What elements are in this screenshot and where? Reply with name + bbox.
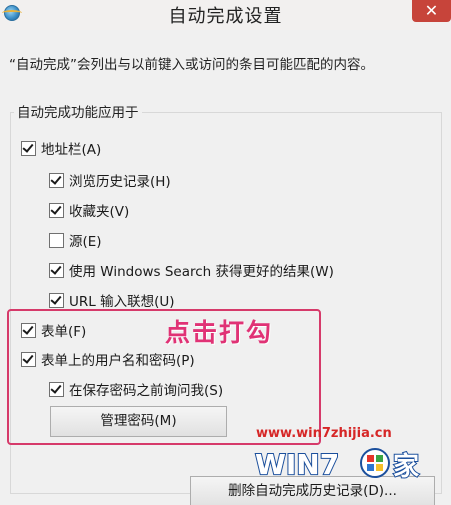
windows-logo-icon — [360, 448, 390, 478]
checkbox-box[interactable] — [49, 202, 64, 218]
checkbox-url-suggestions[interactable]: URL 输入联想(U) — [49, 290, 175, 310]
checkbox-label: URL 输入联想(U) — [69, 294, 175, 310]
watermark-logo-suffix: 家 — [393, 451, 419, 482]
checkbox-label: 收藏夹(V) — [69, 204, 130, 220]
checkbox-label: 地址栏(A) — [41, 142, 102, 158]
checkbox-label: 使用 Windows Search 获得更好的结果(W) — [69, 264, 334, 280]
checkbox-label: 源(E) — [69, 234, 102, 250]
window-title: 自动完成设置 — [168, 6, 283, 27]
checkbox-box[interactable] — [49, 262, 64, 278]
description-text: “自动完成”会列出与以前键入或访问的条目可能匹配的内容。 — [9, 57, 374, 73]
checkbox-label: 浏览历史记录(H) — [69, 174, 171, 190]
watermark-logo: WIN7 家 — [254, 447, 420, 482]
group-legend: 自动完成功能应用于 — [14, 101, 142, 121]
autocomplete-settings-dialog: 自动完成设置 ✕ “自动完成”会列出与以前键入或访问的条目可能匹配的内容。 自动… — [0, 0, 451, 505]
checkbox-windows-search[interactable]: 使用 Windows Search 获得更好的结果(W) — [49, 260, 334, 280]
watermark-url: www.win7zhijia.cn — [256, 426, 392, 441]
annotation-text: 点击打勾 — [165, 318, 274, 347]
watermark-logo-text: WIN7 — [255, 448, 339, 481]
checkbox-address-bar[interactable]: 地址栏(A) — [21, 138, 101, 158]
checkbox-box[interactable] — [49, 172, 64, 188]
checkbox-favorites[interactable]: 收藏夹(V) — [49, 200, 129, 220]
checkbox-box[interactable] — [21, 140, 36, 156]
annotation-highlight-box — [7, 309, 321, 445]
checkbox-box[interactable] — [49, 232, 64, 248]
checkbox-box[interactable] — [49, 292, 64, 308]
close-button[interactable]: ✕ — [412, 0, 451, 22]
checkbox-browsing-history[interactable]: 浏览历史记录(H) — [49, 170, 171, 190]
title-bar: 自动完成设置 ✕ — [0, 0, 451, 30]
checkbox-feeds[interactable]: 源(E) — [49, 230, 102, 250]
